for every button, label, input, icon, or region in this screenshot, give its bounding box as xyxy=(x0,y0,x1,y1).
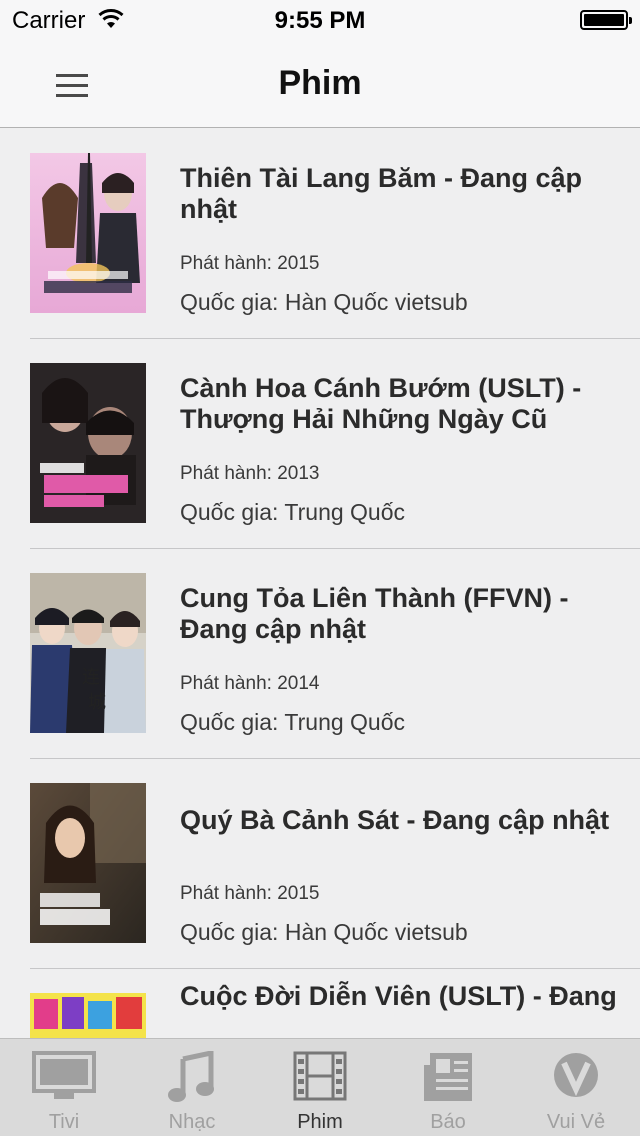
movie-poster xyxy=(30,363,146,523)
movie-title: Thiên Tài Lang Băm - Đang cập nhật xyxy=(180,163,583,224)
music-note-icon xyxy=(167,1049,217,1108)
movie-poster: 连 城 xyxy=(30,573,146,733)
movie-release: Phát hành: 2013 xyxy=(180,463,320,484)
status-time: 9:55 PM xyxy=(274,7,366,34)
tab-vui-ve[interactable]: Vui Vẻ xyxy=(512,1039,640,1136)
battery-icon xyxy=(580,10,632,30)
movie-row[interactable]: Quý Bà Cảnh Sát - Đang cập nhật Phát hàn… xyxy=(30,759,640,969)
movie-poster xyxy=(30,783,146,943)
movie-poster xyxy=(30,993,146,1038)
movie-release: Phát hành: 2014 xyxy=(180,673,320,694)
status-bar: Carrier 9:55 PM xyxy=(0,0,640,40)
movie-title: Cành Hoa Cánh Bướm (USLT) - Thượng Hải N… xyxy=(180,373,582,434)
tab-label: Tivi xyxy=(48,1111,80,1133)
movie-title: Cung Tỏa Liên Thành (FFVN) - Đang cập nh… xyxy=(180,583,569,644)
tab-label: Nhạc xyxy=(168,1111,216,1133)
svg-text:连: 连 xyxy=(82,667,100,688)
tab-label: Vui Vẻ xyxy=(546,1111,606,1133)
tab-tivi[interactable]: Tivi xyxy=(0,1039,128,1136)
tab-label: Phim xyxy=(297,1111,343,1133)
tab-bao[interactable]: Báo xyxy=(384,1039,512,1136)
movie-row[interactable]: Cuộc Đời Diễn Viên (USLT) - Đang xyxy=(30,969,640,1038)
tab-bar: Tivi Nhạc Phim Báo Vui Vẻ xyxy=(0,1038,640,1136)
newspaper-icon xyxy=(422,1051,474,1108)
svg-text:城: 城 xyxy=(88,692,106,713)
movie-country: Quốc gia: Hàn Quốc vietsub xyxy=(180,289,468,315)
movie-country: Quốc gia: Trung Quốc xyxy=(180,499,406,525)
movie-title: Quý Bà Cảnh Sát - Đang cập nhật xyxy=(180,805,610,835)
tv-icon xyxy=(32,1051,96,1106)
page-title: Phim xyxy=(278,64,362,102)
film-strip-icon xyxy=(293,1051,347,1106)
v-logo-icon xyxy=(552,1051,600,1104)
movie-country: Quốc gia: Trung Quốc xyxy=(180,709,406,735)
movie-release: Phát hành: 2015 xyxy=(180,253,320,274)
movie-row[interactable]: Thiên Tài Lang Băm - Đang cập nhật Phát … xyxy=(30,129,640,339)
movie-country: Quốc gia: Hàn Quốc vietsub xyxy=(180,919,468,945)
tab-phim[interactable]: Phim xyxy=(256,1039,384,1136)
tab-label: Báo xyxy=(430,1111,466,1133)
movie-row[interactable]: Cành Hoa Cánh Bướm (USLT) - Thượng Hải N… xyxy=(30,339,640,549)
movie-title: Cuộc Đời Diễn Viên (USLT) - Đang xyxy=(180,981,617,1011)
movie-poster xyxy=(30,153,146,313)
movie-row[interactable]: 连 城 Cung Tỏa Liên Thành (FFVN) - Đang cậ… xyxy=(30,549,640,759)
movie-list[interactable]: Thiên Tài Lang Băm - Đang cập nhật Phát … xyxy=(0,129,640,1038)
top-bar: Carrier 9:55 PM Phim xyxy=(0,0,640,128)
tab-nhac[interactable]: Nhạc xyxy=(128,1039,256,1136)
movie-release: Phát hành: 2015 xyxy=(180,883,320,904)
